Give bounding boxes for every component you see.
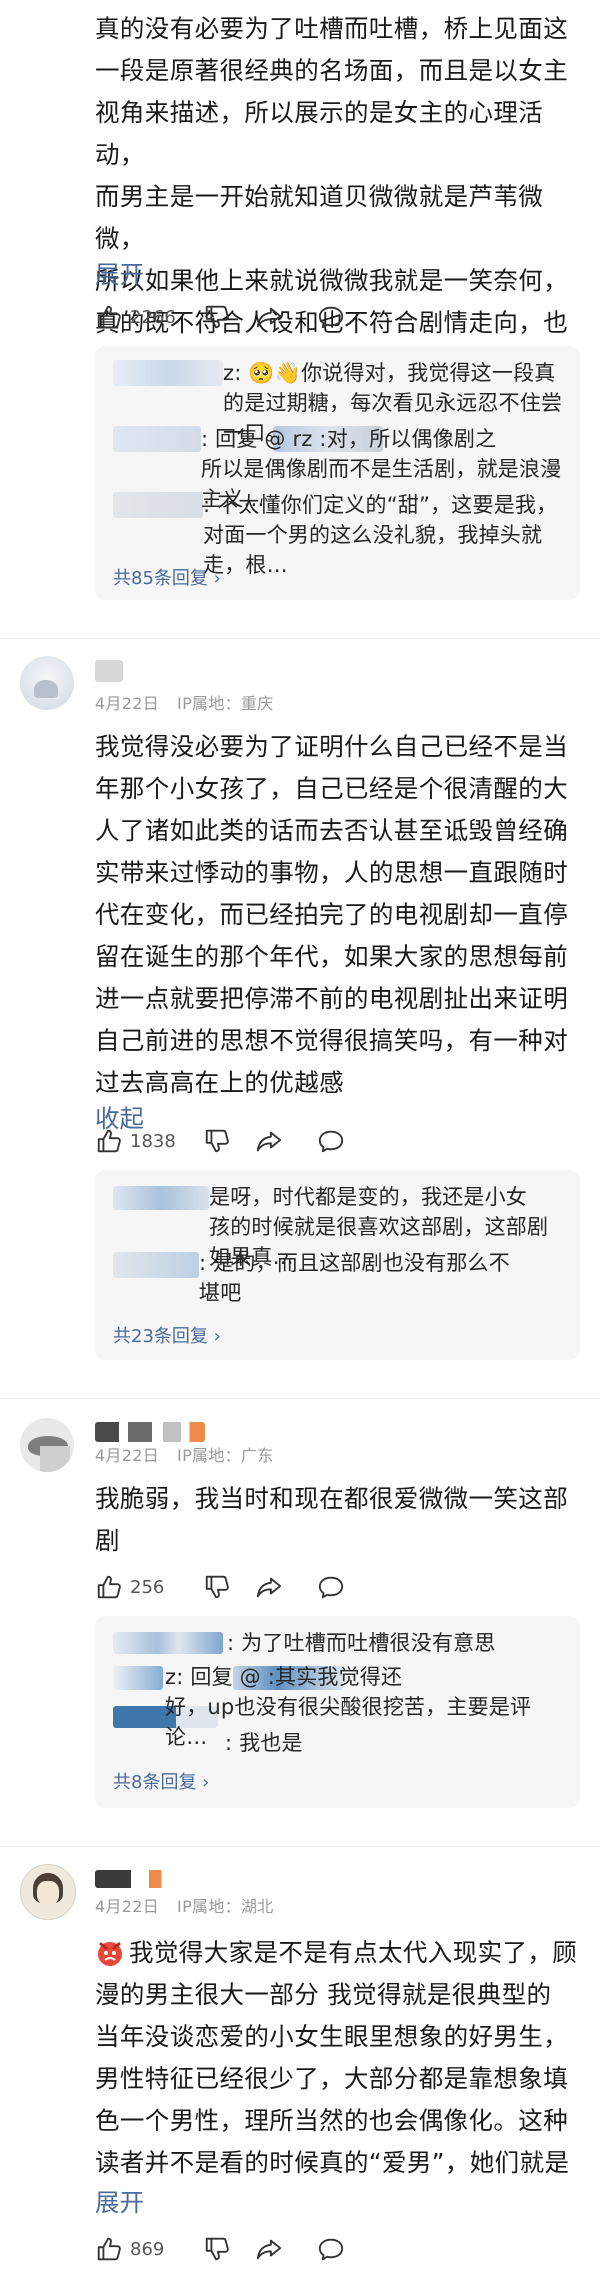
thumbs-down-icon xyxy=(203,1127,231,1155)
comment-actions: 256 xyxy=(95,1570,395,1604)
speech-bubble-icon xyxy=(317,2235,345,2263)
blurred-username xyxy=(113,1632,223,1654)
comment-date: 4月22日 xyxy=(95,1897,160,1916)
comment-meta: 4月22日 IP属地：重庆 xyxy=(95,690,274,714)
ip-location: IP属地：重庆 xyxy=(177,694,274,713)
like-button[interactable]: 1838 xyxy=(95,1124,176,1158)
blurred-username xyxy=(95,1422,205,1442)
expand-link[interactable]: 展开 xyxy=(95,256,144,291)
reply-item: : 为了吐槽而吐槽很没有意思 xyxy=(227,1631,496,1655)
thumbs-down-icon xyxy=(203,2235,231,2263)
reply-preview-box[interactable]: z: 🥺👋你说得对，我觉得这一段真 的是过期糖，每次看见永远忍不住尝一口。 : … xyxy=(95,346,580,600)
reply-preview-box[interactable]: : 为了吐槽而吐槽很没有意思 z: 回复 @ :其实我觉得还 好，up也没有很尖… xyxy=(95,1616,580,1808)
reply-button[interactable] xyxy=(317,1570,345,1604)
like-button[interactable]: 2266 xyxy=(95,300,176,334)
reply-item: : 是的，而且这部剧也没有那么不 堪吧 xyxy=(199,1251,510,1305)
avatar[interactable] xyxy=(20,1864,76,1920)
share-arrow-icon xyxy=(255,2235,283,2263)
thumbs-down-icon xyxy=(203,1573,231,1601)
view-all-replies-link[interactable]: 共23条回复 › xyxy=(113,1322,221,1348)
dislike-button[interactable] xyxy=(203,1124,231,1158)
share-button[interactable] xyxy=(255,300,283,334)
blurred-username xyxy=(95,1870,185,1888)
avatar[interactable] xyxy=(20,656,74,710)
like-count: 256 xyxy=(130,1576,165,1598)
share-button[interactable] xyxy=(255,1124,283,1158)
dislike-button[interactable] xyxy=(203,300,231,334)
comment-body: 我脆弱，我当时和现在都很爱微微一笑这部 剧 xyxy=(95,1484,569,1555)
view-all-replies-link[interactable]: 共8条回复 › xyxy=(113,1768,209,1794)
reply-button[interactable] xyxy=(317,300,345,334)
comment-meta: 4月22日 IP属地：广东 xyxy=(95,1442,274,1466)
speech-bubble-icon xyxy=(317,1573,345,1601)
comment-date: 4月22日 xyxy=(95,694,160,713)
blurred-username xyxy=(113,492,203,518)
reply-preview-box[interactable]: 是呀，时代都是变的，我还是小女 孩的时候就是很喜欢这部剧，这部剧如果真… : 是… xyxy=(95,1170,580,1360)
avatar[interactable] xyxy=(20,1418,74,1472)
share-button[interactable] xyxy=(255,1570,283,1604)
ip-location: IP属地：湖北 xyxy=(177,1897,274,1916)
reply-button[interactable] xyxy=(317,1124,345,1158)
share-arrow-icon xyxy=(255,1573,283,1601)
comment-body: 真的没有必要为了吐槽而吐槽，桥上见面这 一段是原著很经典的名场面，而且是以女主 … xyxy=(95,14,569,337)
dislike-button[interactable] xyxy=(203,1570,231,1604)
blurred-username xyxy=(113,1666,163,1690)
blurred-username xyxy=(113,1186,209,1210)
thumbs-up-icon xyxy=(95,1127,123,1155)
divider xyxy=(0,1846,600,1847)
divider xyxy=(0,1398,600,1399)
like-button[interactable]: 869 xyxy=(95,2232,164,2266)
share-arrow-icon xyxy=(255,303,283,331)
reply-item: : 不太懂你们定义的“甜”，这要是我， 对面一个男的这么没礼貌，我掉头就走，根… xyxy=(203,493,558,577)
share-arrow-icon xyxy=(255,1127,283,1155)
blurred-username xyxy=(113,426,201,452)
divider xyxy=(0,638,600,639)
share-button[interactable] xyxy=(255,2232,283,2266)
blurred-username xyxy=(113,1252,199,1278)
expand-link[interactable]: 展开 xyxy=(95,2184,144,2219)
like-button[interactable]: 256 xyxy=(95,1570,164,1604)
ip-location: IP属地：广东 xyxy=(177,1446,274,1465)
comment-actions: 2266 xyxy=(95,300,395,334)
blurred-username xyxy=(113,360,223,386)
thumbs-up-icon xyxy=(95,2235,123,2263)
speech-bubble-icon xyxy=(317,303,345,331)
comment-actions: 869 xyxy=(95,2232,395,2266)
like-count: 1838 xyxy=(130,1130,176,1152)
thumbs-up-icon xyxy=(95,303,123,331)
comment-meta: 4月22日 IP属地：湖北 xyxy=(95,1893,274,1917)
speech-bubble-icon xyxy=(317,1127,345,1155)
like-count: 2266 xyxy=(130,306,176,328)
reply-button[interactable] xyxy=(317,2232,345,2266)
comment-actions: 1838 xyxy=(95,1124,395,1158)
view-all-replies-link[interactable]: 共85条回复 › xyxy=(113,564,221,590)
comment-body: 我觉得大家是不是有点太代入现实了，顾 漫的男主很大一部分 我觉得就是很典型的 当… xyxy=(95,1938,578,2177)
reply-item: : 我也是 xyxy=(225,1731,303,1755)
like-count: 869 xyxy=(130,2238,165,2260)
thumbs-up-icon xyxy=(95,1573,123,1601)
dislike-button[interactable] xyxy=(203,2232,231,2266)
comment-date: 4月22日 xyxy=(95,1446,160,1465)
thumbs-down-icon xyxy=(203,303,231,331)
comment-body: 我觉得没必要为了证明什么自己已经不是当 年那个小女孩了，自己已经是个很清醒的大 … xyxy=(95,732,569,1097)
blurred-username xyxy=(95,660,123,682)
